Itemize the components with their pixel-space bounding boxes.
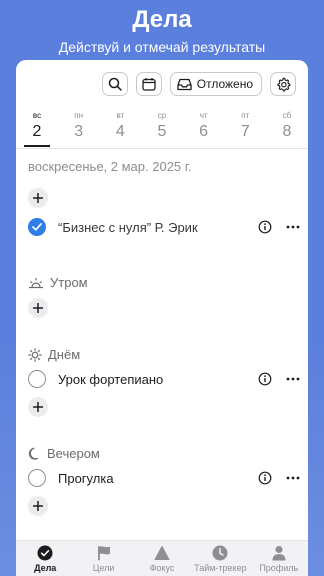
settings-button[interactable] [270,72,296,96]
info-icon[interactable] [258,372,272,386]
sunrise-icon [29,277,43,288]
more-icon[interactable] [286,476,300,480]
inbox-icon [177,78,192,90]
day-number: 7 [240,123,250,140]
postponed-button[interactable]: Отложено [169,72,262,96]
day-name: вт [116,111,125,120]
add-day-task-button[interactable] [28,397,48,417]
day-number: 5 [157,123,167,140]
add-evening-task-button[interactable] [28,496,48,516]
day-sunday[interactable]: вс 2 [22,110,52,147]
header: Дела Действуй и отмечай результаты [0,0,324,56]
task-checkbox[interactable] [28,218,46,236]
tab-label: Профиль [259,563,299,573]
task-checkbox[interactable] [28,469,46,487]
tab-goals[interactable]: Цели [75,541,133,576]
selected-date-label: воскресенье, 2 мар. 2025 г. [28,159,192,174]
calendar-icon [142,78,156,91]
task-row[interactable]: Урок фортепиано [28,368,300,390]
tab-focus[interactable]: Фокус [133,541,191,576]
day-name: пт [241,111,250,120]
task-title: Прогулка [58,470,114,486]
section-day: Днём [28,347,80,362]
tab-label: Тайм-трекер [194,563,247,573]
tab-label: Фокус [149,563,175,573]
plus-icon [33,303,43,313]
gear-icon [276,77,290,91]
section-evening: Вечером [28,446,100,461]
triangle-icon [154,546,170,560]
more-icon[interactable] [286,225,300,229]
section-morning: Утром [28,275,88,290]
flag-icon [97,546,110,561]
checkmark-icon [32,223,42,231]
person-icon [272,546,286,561]
search-button[interactable] [101,72,128,96]
plus-icon [33,501,43,511]
week-divider [16,148,308,149]
search-icon [108,77,122,91]
day-saturday[interactable]: сб 8 [272,110,302,147]
day-number: 4 [115,123,125,140]
tab-label: Дела [34,563,57,573]
day-number: 6 [199,123,209,140]
task-title: “Бизнес с нуля” Р. Эрик [58,219,198,235]
page-subtitle: Действуй и отмечай результаты [58,39,266,55]
plus-icon [33,193,43,203]
tab-label: Цели [92,563,115,573]
task-row[interactable]: Прогулка [28,467,300,489]
clock-icon [212,545,228,561]
calendar-button[interactable] [135,72,162,96]
tab-tasks[interactable]: Дела [16,541,74,576]
day-tuesday[interactable]: вт 4 [105,110,135,147]
tab-profile[interactable]: Профиль [250,541,308,576]
toolbar: Отложено [101,72,296,96]
day-thursday[interactable]: чт 6 [189,110,219,147]
day-number: 8 [282,123,292,140]
section-label: Утром [50,275,88,290]
info-icon[interactable] [258,471,272,485]
week-strip: вс 2 пн 3 вт 4 ср 5 чт 6 пт 7 сб 8 [22,110,302,147]
sun-icon [28,347,42,362]
section-label: Днём [48,347,81,362]
day-number: 3 [74,123,84,140]
day-name: вс [32,111,42,120]
day-wednesday[interactable]: ср 5 [147,110,177,147]
day-name: сб [282,111,292,120]
add-morning-task-button[interactable] [28,298,48,318]
day-name: пн [74,111,84,120]
plus-icon [33,402,43,412]
moon-icon [28,447,39,460]
active-day-underline [24,145,50,147]
task-row[interactable]: “Бизнес с нуля” Р. Эрик [28,216,300,238]
tasks-card: Отложено вс 2 пн 3 вт 4 ср 5 чт 6 пт 7 с… [16,60,308,540]
postponed-label: Отложено [196,77,253,91]
tab-bar: Дела Цели Фокус Тайм-трекер Профиль [16,540,308,576]
day-name: чт [199,111,208,120]
task-title: Урок фортепиано [58,371,164,387]
page-title: Дела [132,6,192,33]
day-monday[interactable]: пн 3 [64,110,94,147]
add-task-button[interactable] [28,188,48,208]
day-name: ср [157,111,167,120]
task-checkbox[interactable] [28,370,46,388]
check-circle-icon [37,545,53,561]
section-label: Вечером [47,446,100,461]
day-friday[interactable]: пт 7 [230,110,260,147]
tab-time-tracker[interactable]: Тайм-трекер [191,541,249,576]
info-icon[interactable] [258,220,272,234]
more-icon[interactable] [286,377,300,381]
day-number: 2 [32,123,42,140]
